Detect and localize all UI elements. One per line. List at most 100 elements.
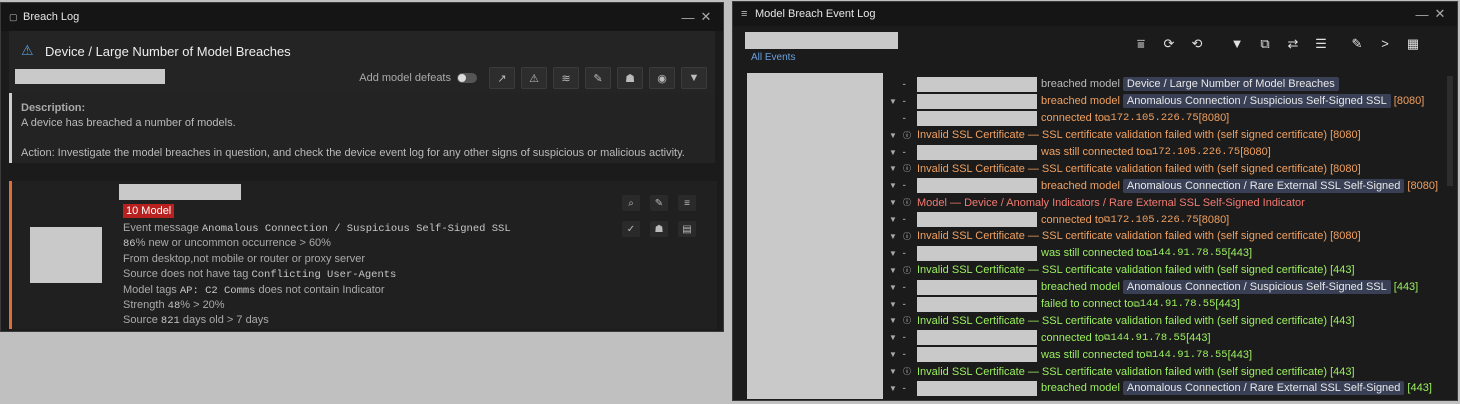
event-row[interactable]: ▼ ⓘ Model — Device / Anomaly Indicators / …	[883, 194, 1445, 211]
event-row[interactable]: ▼ ╴ breached model Anomalous Connection / R…	[883, 380, 1445, 397]
redacted-device-header	[745, 32, 898, 49]
expand-arrow-icon[interactable]: ▼	[883, 148, 903, 157]
event-row[interactable]: ▼ ╴ breached model Anomalous Connection / S…	[883, 93, 1445, 110]
model-pill[interactable]: Anomalous Connection / Suspicious Self-S…	[1122, 280, 1391, 295]
rotate-icon[interactable]: ⟲	[1187, 36, 1207, 52]
target-ip[interactable]: 172.105.226.75	[1152, 146, 1240, 158]
event-row[interactable]: ▼ ╴ breached model Anomalous Connection / S…	[883, 279, 1445, 296]
add-model-defeats-toggle[interactable]	[457, 73, 477, 83]
model-pill[interactable]: Anomalous Connection / Rare External SSL…	[1122, 178, 1405, 193]
minimize-icon[interactable]: —	[679, 10, 697, 25]
expand-arrow-icon[interactable]: ▼	[883, 198, 903, 207]
info-icon: ⓘ	[903, 316, 911, 326]
model-pill[interactable]: Device / Large Number of Model Breaches	[1122, 77, 1339, 92]
close-icon[interactable]: ✕	[1431, 6, 1449, 22]
event-row[interactable]: ▼ ╴ was still connected to ⧉ 144.91.78.55 …	[883, 245, 1445, 262]
description-panel: Description: A device has breached a num…	[9, 93, 715, 163]
redacted-device	[917, 178, 1037, 194]
comment-icon[interactable]: ✎	[650, 195, 668, 211]
port-label: [8080]	[1240, 146, 1271, 158]
redacted-device	[917, 144, 1037, 160]
user-icon[interactable]: ☗	[650, 221, 668, 237]
port-label: [443]	[1407, 382, 1432, 395]
model-pill[interactable]: Anomalous Connection / Suspicious Self-S…	[1122, 94, 1391, 109]
event-description: Model — Device / Anomaly Indicators / Ra…	[917, 196, 1305, 209]
layers-icon[interactable]: ≋	[553, 67, 579, 89]
expand-arrow-icon[interactable]: ▼	[883, 367, 903, 376]
expand-arrow-icon[interactable]: ▼	[883, 333, 903, 342]
event-row[interactable]: ▼ ╴ failed to connect to ⧉ 144.91.78.55 [4…	[883, 296, 1445, 313]
event-row[interactable]: ▼ ╴ was still connected to ⧉ 172.105.226.7…	[883, 144, 1445, 161]
expand-arrow-icon[interactable]: ▼	[883, 266, 903, 275]
eye-icon[interactable]: ◉	[649, 67, 675, 89]
user-icon[interactable]: ☗	[617, 67, 643, 89]
filter-icon[interactable]: ▼	[1227, 36, 1247, 52]
redacted-field	[15, 69, 165, 84]
expand-arrow-icon[interactable]: ▼	[883, 300, 903, 309]
event-row[interactable]: ╴ connected to ⧉ 172.105.226.75 [8080]	[883, 110, 1445, 127]
expand-arrow-icon[interactable]: ▼	[883, 131, 903, 140]
model-pill[interactable]: Anomalous Connection / Rare External SSL…	[1122, 381, 1405, 396]
event-description: failed to connect to	[1041, 298, 1134, 311]
menu-icon[interactable]: ≡	[741, 8, 755, 20]
funnel-stack-icon[interactable]: ⩸	[1131, 36, 1151, 52]
external-link-icon[interactable]: ⧉	[1255, 36, 1275, 52]
breach-entry[interactable]: 10 Model Event message Anomalous Connect…	[9, 181, 717, 329]
search-icon[interactable]: ⌕	[622, 195, 640, 211]
event-row[interactable]: ▼ ⓘ Invalid SSL Certificate — SSL certific…	[883, 312, 1445, 329]
alert-icon[interactable]: ⚠	[521, 67, 547, 89]
graph-icon[interactable]: ↗	[489, 67, 515, 89]
event-row[interactable]: ▼ ⓘ Invalid SSL Certificate — SSL certific…	[883, 160, 1445, 177]
port-label: [8080]	[1393, 95, 1425, 108]
chevron-right-icon[interactable]: >	[1375, 36, 1395, 52]
refresh-icon[interactable]: ⟳	[1159, 36, 1179, 52]
target-ip[interactable]: 172.105.226.75	[1110, 112, 1198, 124]
event-description: connected to	[1041, 213, 1104, 226]
brush-icon[interactable]: ✎	[1347, 36, 1367, 52]
expand-arrow-icon[interactable]: ▼	[883, 232, 903, 241]
expand-arrow-icon[interactable]: ▼	[883, 215, 903, 224]
minimize-icon[interactable]: —	[1413, 7, 1431, 22]
event-row[interactable]: ▼ ╴ connected to ⧉ 172.105.226.75 [8080]	[883, 211, 1445, 228]
expand-arrow-icon[interactable]: ▼	[883, 316, 903, 325]
table-icon[interactable]: ▦	[1403, 36, 1423, 52]
all-events-link[interactable]: All Events	[751, 52, 795, 63]
detail-suffix: days old > 7 days	[179, 314, 269, 327]
clipboard-icon[interactable]: ▤	[678, 221, 696, 237]
expand-arrow-icon[interactable]: ▼	[883, 97, 903, 106]
model-count-badge: 10 Model	[123, 204, 175, 218]
event-log-scrollbar[interactable]	[1447, 76, 1453, 186]
comment-icon[interactable]: ✎	[585, 67, 611, 89]
list-icon[interactable]: ☰	[1311, 36, 1331, 52]
event-row[interactable]: ▼ ⓘ Invalid SSL Certificate — SSL certific…	[883, 262, 1445, 279]
event-row[interactable]: ▼ ╴ breached model Anomalous Connection / R…	[883, 177, 1445, 194]
target-ip[interactable]: 144.91.78.55	[1140, 298, 1216, 310]
swap-icon[interactable]: ⇄	[1283, 36, 1303, 52]
redacted-device	[917, 380, 1037, 396]
expand-arrow-icon[interactable]: ▼	[883, 283, 903, 292]
event-row[interactable]: ▼ ⓘ Invalid SSL Certificate — SSL certific…	[883, 127, 1445, 144]
expand-arrow-icon[interactable]: ▼	[883, 249, 903, 258]
check-icon[interactable]: ✓	[622, 221, 640, 237]
target-ip[interactable]: 144.91.78.55	[1110, 332, 1186, 344]
filter-icon[interactable]: ▼	[681, 67, 707, 89]
port-label: [443]	[1227, 247, 1253, 260]
close-icon[interactable]: ✕	[697, 9, 715, 25]
event-row[interactable]: ▼ ╴ connected to ⧉ 144.91.78.55 [443]	[883, 329, 1445, 346]
event-row[interactable]: ▼ ╴ was still connected to ⧉ 144.91.78.55 …	[883, 346, 1445, 363]
target-ip[interactable]: 144.91.78.55	[1152, 247, 1228, 259]
event-row[interactable]: ▼ ⓘ Invalid SSL Certificate — SSL certific…	[883, 228, 1445, 245]
expand-arrow-icon[interactable]: ▼	[883, 181, 903, 190]
breach-detail-line: Source 821 days old > 7 days	[123, 313, 511, 328]
event-row[interactable]: ▼ ⓘ Invalid SSL Certificate — SSL certific…	[883, 363, 1445, 380]
list-icon[interactable]: ≡	[678, 195, 696, 211]
expand-arrow-icon[interactable]: ▼	[883, 384, 903, 393]
target-ip[interactable]: 144.91.78.55	[1152, 349, 1228, 361]
event-row[interactable]: ╴ breached model Device / Large Number of …	[883, 76, 1445, 93]
detail-suffix: does not contain Indicator	[255, 283, 385, 296]
expand-arrow-icon[interactable]: ▼	[883, 350, 903, 359]
expand-arrow-icon[interactable]: ▼	[883, 164, 903, 173]
target-ip[interactable]: 172.105.226.75	[1110, 214, 1198, 226]
detail-prefix: Source does not have tag	[123, 268, 252, 281]
model-header: ⚠ Device / Large Number of Model Breache…	[9, 31, 715, 93]
